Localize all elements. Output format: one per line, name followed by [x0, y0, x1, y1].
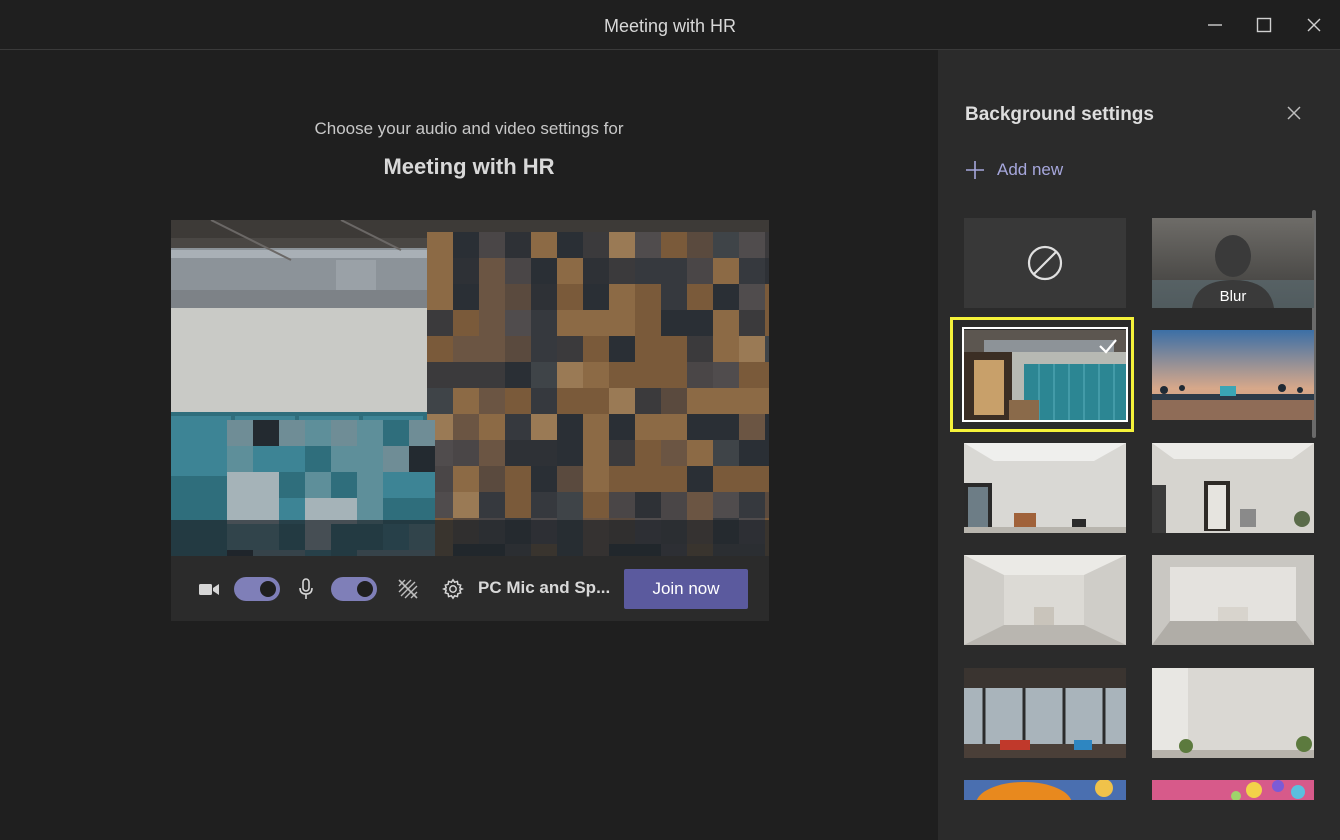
close-button[interactable]: [1299, 12, 1329, 38]
background-settings-panel: Background settings Add new Blur: [938, 50, 1340, 840]
maximize-button[interactable]: [1249, 12, 1279, 38]
add-new-button[interactable]: Add new: [965, 160, 1063, 180]
prejoin-area: Choose your audio and video settings for…: [0, 50, 938, 840]
background-option-beach[interactable]: [1152, 330, 1314, 420]
maximize-icon: [1256, 17, 1272, 33]
blur-label: Blur: [1219, 288, 1247, 305]
close-icon: [1287, 106, 1301, 120]
panel-title: Background settings: [965, 104, 1154, 125]
camera-icon: [197, 578, 221, 600]
microphone-icon: [295, 577, 317, 601]
window-title: Meeting with HR: [603, 16, 737, 36]
background-option-white-room-1[interactable]: [964, 443, 1126, 533]
close-icon: [1307, 18, 1321, 32]
background-option-pink-balloons[interactable]: [1152, 780, 1314, 800]
add-new-label: Add new: [997, 160, 1064, 179]
prejoin-prompt: Choose your audio and video settings for: [314, 119, 624, 138]
audio-device-label[interactable]: PC Mic and Sp...: [478, 578, 610, 598]
minimize-icon: [1208, 24, 1222, 26]
background-option-white-room-2[interactable]: [1152, 443, 1314, 533]
meeting-name: Meeting with HR: [383, 154, 555, 179]
join-now-button[interactable]: Join now: [624, 569, 748, 609]
background-effects-icon: [398, 579, 418, 599]
no-background-icon: [1027, 245, 1063, 281]
background-option-white-wall-plant[interactable]: [1152, 668, 1314, 758]
background-option-orange-balloon[interactable]: [964, 780, 1126, 800]
video-preview: [171, 220, 769, 556]
background-option-loft-office[interactable]: [964, 668, 1126, 758]
panel-close-button[interactable]: [1283, 102, 1305, 124]
background-option-blur[interactable]: Blur: [1152, 218, 1314, 308]
selected-inner-border: [962, 327, 1128, 422]
background-effects-button[interactable]: [396, 577, 420, 601]
minimize-button[interactable]: [1200, 12, 1230, 38]
plus-icon: [966, 161, 984, 179]
camera-toggle[interactable]: [234, 577, 280, 601]
device-controls: PC Mic and Sp... Join now: [171, 556, 769, 621]
device-settings-button[interactable]: [441, 577, 465, 601]
background-option-none[interactable]: [964, 218, 1126, 308]
title-bar: Meeting with HR: [0, 0, 1340, 50]
video-preview-image: [171, 220, 769, 556]
microphone-toggle[interactable]: [331, 577, 377, 601]
background-option-white-room-4[interactable]: [1152, 555, 1314, 645]
background-option-white-room-3[interactable]: [964, 555, 1126, 645]
gear-icon: [442, 578, 464, 600]
